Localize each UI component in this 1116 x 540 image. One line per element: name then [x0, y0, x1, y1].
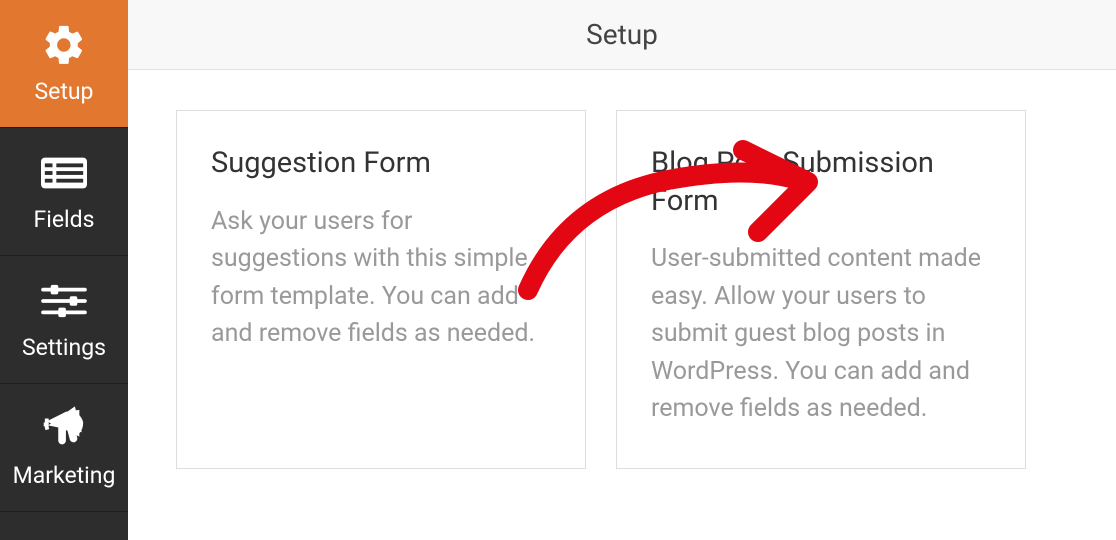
template-cards: Suggestion Form Ask your users for sugge… — [128, 70, 1116, 469]
sidebar-item-label: Marketing — [13, 462, 116, 489]
header: Setup — [128, 0, 1116, 70]
page-title: Setup — [586, 18, 658, 51]
template-card-suggestion-form[interactable]: Suggestion Form Ask your users for sugge… — [176, 110, 586, 469]
sidebar-item-setup[interactable]: Setup — [0, 0, 128, 128]
card-title: Blog Post Submission Form — [651, 145, 991, 220]
list-icon — [41, 150, 87, 196]
main-panel: Setup Suggestion Form Ask your users for… — [128, 0, 1116, 540]
card-title: Suggestion Form — [211, 145, 551, 183]
sidebar-item-settings[interactable]: Settings — [0, 256, 128, 384]
sidebar: Setup Fields — [0, 0, 128, 540]
sidebar-item-fields[interactable]: Fields — [0, 128, 128, 256]
app-root: Setup Fields — [0, 0, 1116, 540]
template-card-blog-post-submission-form[interactable]: Blog Post Submission Form User-submitted… — [616, 110, 1026, 469]
bullhorn-icon — [41, 406, 87, 452]
sidebar-item-marketing[interactable]: Marketing — [0, 384, 128, 512]
sliders-icon — [41, 278, 87, 324]
gear-icon — [41, 22, 87, 68]
sidebar-item-label: Settings — [22, 334, 106, 361]
sidebar-item-label: Fields — [34, 206, 95, 233]
card-description: Ask your users for suggestions with this… — [211, 203, 551, 353]
sidebar-item-label: Setup — [35, 78, 94, 105]
card-description: User-submitted content made easy. Allow … — [651, 240, 991, 428]
